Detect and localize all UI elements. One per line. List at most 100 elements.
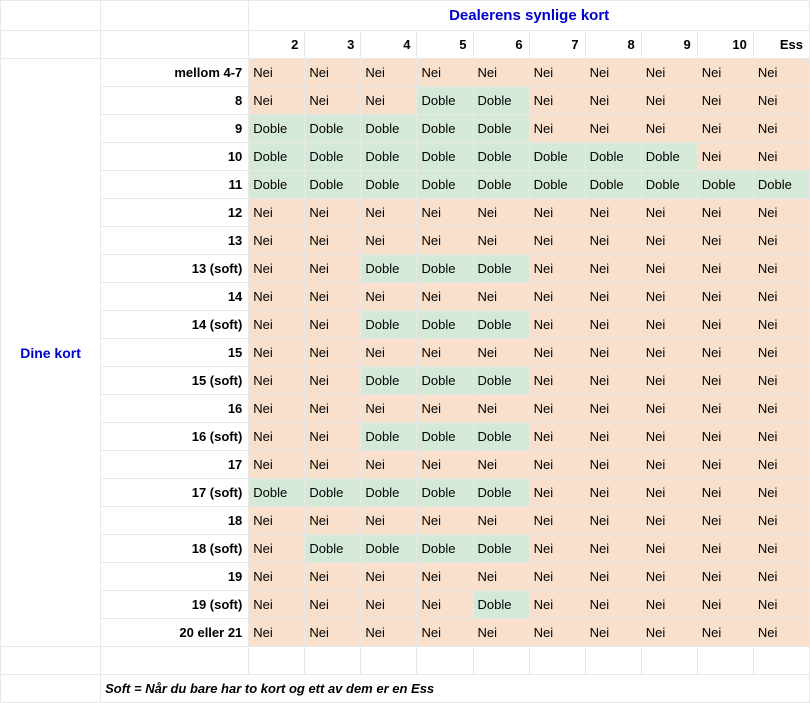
strategy-cell: Nei — [249, 59, 305, 87]
strategy-cell: Nei — [585, 59, 641, 87]
dealer-card-header: 8 — [585, 31, 641, 59]
row-label: 11 — [101, 171, 249, 199]
strategy-cell: Doble — [473, 255, 529, 283]
strategy-cell: Nei — [697, 199, 753, 227]
strategy-cell: Doble — [417, 367, 473, 395]
strategy-cell: Nei — [417, 395, 473, 423]
strategy-cell: Nei — [641, 619, 697, 647]
strategy-cell: Nei — [249, 423, 305, 451]
strategy-cell: Nei — [529, 507, 585, 535]
strategy-cell: Nei — [641, 367, 697, 395]
strategy-cell: Nei — [753, 423, 809, 451]
strategy-cell: Doble — [473, 171, 529, 199]
strategy-cell: Doble — [473, 143, 529, 171]
strategy-cell: Nei — [473, 395, 529, 423]
strategy-cell: Nei — [473, 283, 529, 311]
strategy-cell: Nei — [305, 367, 361, 395]
strategy-cell: Doble — [361, 311, 417, 339]
strategy-cell: Nei — [697, 59, 753, 87]
strategy-cell: Nei — [753, 311, 809, 339]
strategy-cell: Nei — [305, 507, 361, 535]
strategy-cell: Nei — [249, 87, 305, 115]
strategy-cell: Nei — [473, 59, 529, 87]
strategy-cell: Nei — [641, 59, 697, 87]
strategy-cell: Nei — [753, 451, 809, 479]
strategy-cell: Nei — [697, 311, 753, 339]
strategy-cell: Doble — [305, 535, 361, 563]
strategy-cell: Doble — [585, 171, 641, 199]
strategy-cell: Nei — [753, 339, 809, 367]
strategy-cell: Nei — [641, 479, 697, 507]
dealer-card-header: 6 — [473, 31, 529, 59]
strategy-cell: Nei — [697, 255, 753, 283]
strategy-cell: Doble — [361, 479, 417, 507]
strategy-cell: Nei — [697, 283, 753, 311]
strategy-cell: Doble — [305, 171, 361, 199]
strategy-cell: Nei — [249, 535, 305, 563]
strategy-cell: Nei — [753, 227, 809, 255]
strategy-cell: Nei — [585, 367, 641, 395]
strategy-cell: Nei — [585, 591, 641, 619]
strategy-cell: Nei — [361, 507, 417, 535]
strategy-cell: Nei — [753, 479, 809, 507]
strategy-cell: Doble — [473, 535, 529, 563]
strategy-cell: Nei — [305, 563, 361, 591]
strategy-cell: Doble — [417, 535, 473, 563]
strategy-cell: Nei — [473, 451, 529, 479]
strategy-cell: Doble — [473, 367, 529, 395]
row-label: 15 (soft) — [101, 367, 249, 395]
strategy-cell: Nei — [249, 283, 305, 311]
strategy-cell: Doble — [361, 143, 417, 171]
strategy-cell: Nei — [361, 227, 417, 255]
strategy-cell: Doble — [529, 171, 585, 199]
strategy-cell: Nei — [585, 311, 641, 339]
strategy-cell: Nei — [529, 451, 585, 479]
row-label: 18 (soft) — [101, 535, 249, 563]
strategy-cell: Doble — [305, 115, 361, 143]
blank-cell — [101, 31, 249, 59]
strategy-cell: Nei — [641, 535, 697, 563]
strategy-cell: Nei — [641, 451, 697, 479]
strategy-cell: Doble — [473, 87, 529, 115]
strategy-cell: Nei — [585, 255, 641, 283]
row-label: 13 — [101, 227, 249, 255]
strategy-cell: Nei — [305, 283, 361, 311]
strategy-cell: Nei — [585, 227, 641, 255]
dealer-card-header: 5 — [417, 31, 473, 59]
strategy-cell: Doble — [473, 479, 529, 507]
strategy-cell: Nei — [585, 115, 641, 143]
strategy-cell: Nei — [641, 115, 697, 143]
blackjack-double-table: Dealerens synlige kort2345678910EssDine … — [0, 0, 810, 703]
strategy-cell: Nei — [361, 339, 417, 367]
strategy-cell: Nei — [361, 87, 417, 115]
strategy-cell: Nei — [529, 591, 585, 619]
strategy-cell: Nei — [417, 619, 473, 647]
player-title: Dine kort — [1, 59, 101, 647]
strategy-cell: Doble — [417, 171, 473, 199]
strategy-cell: Doble — [417, 311, 473, 339]
strategy-cell: Nei — [753, 507, 809, 535]
strategy-cell: Doble — [417, 87, 473, 115]
strategy-cell: Nei — [305, 619, 361, 647]
strategy-cell: Doble — [361, 171, 417, 199]
footnote: Soft = Når du bare har to kort og ett av… — [101, 675, 810, 703]
strategy-cell: Doble — [697, 171, 753, 199]
row-label: 13 (soft) — [101, 255, 249, 283]
strategy-cell: Nei — [697, 227, 753, 255]
strategy-cell: Nei — [249, 619, 305, 647]
row-label: 10 — [101, 143, 249, 171]
strategy-cell: Nei — [529, 479, 585, 507]
strategy-cell: Nei — [361, 619, 417, 647]
strategy-cell: Doble — [529, 143, 585, 171]
strategy-cell: Nei — [697, 619, 753, 647]
strategy-cell: Nei — [417, 339, 473, 367]
dealer-card-header: Ess — [753, 31, 809, 59]
strategy-cell: Nei — [361, 59, 417, 87]
strategy-cell: Doble — [585, 143, 641, 171]
row-label: 17 (soft) — [101, 479, 249, 507]
strategy-cell: Nei — [697, 535, 753, 563]
blank-cell — [1, 675, 101, 703]
strategy-cell: Nei — [641, 199, 697, 227]
strategy-cell: Nei — [305, 87, 361, 115]
row-label: 12 — [101, 199, 249, 227]
